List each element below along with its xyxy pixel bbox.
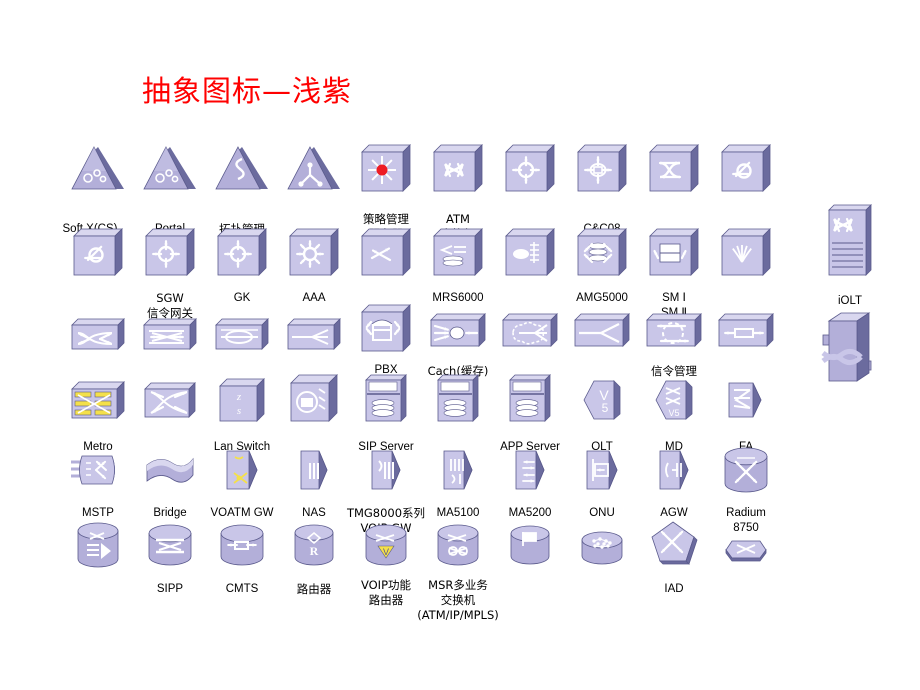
topology-mgmt-icon xyxy=(214,145,270,191)
cube-fan-icon xyxy=(721,228,771,276)
amg5000-icon xyxy=(577,228,627,276)
router-icon: R xyxy=(294,524,334,566)
msr-switch-icon xyxy=(437,524,479,566)
iad-icon xyxy=(649,520,699,566)
cube-zz-icon xyxy=(361,228,411,276)
cyl-flag-icon xyxy=(510,525,550,565)
sipp-icon xyxy=(148,524,192,566)
bridge-icon xyxy=(144,453,196,487)
svg-text:R: R xyxy=(310,544,319,558)
ma5100-icon xyxy=(442,449,474,491)
md-icon: V5 xyxy=(652,378,696,422)
portal-icon xyxy=(142,145,198,191)
pbx-icon xyxy=(361,304,411,352)
voatm-gw-icon xyxy=(225,449,259,491)
svg-text:z: z xyxy=(236,391,242,403)
radium-8750-icon xyxy=(724,447,768,493)
cube-circ-2-icon xyxy=(73,228,123,276)
svg-text:s: s xyxy=(237,405,241,417)
tmg8000-icon xyxy=(370,449,402,491)
policy-server-icon xyxy=(361,144,411,192)
page-title: 抽象图标—浅紫 xyxy=(142,74,353,108)
cyl-play-icon xyxy=(77,522,119,568)
onu-icon xyxy=(585,449,619,491)
cube-circ-1-icon xyxy=(721,144,771,192)
icon-label-aaa-cube: AAA xyxy=(302,292,326,304)
hex-x-icon xyxy=(724,537,768,563)
sgw-icon xyxy=(145,228,195,276)
svg-text:V5: V5 xyxy=(668,408,679,418)
sm-1-2-icon xyxy=(649,228,699,276)
switch-cube-icon xyxy=(144,382,196,418)
cc08-icon xyxy=(577,144,627,192)
tall-box-icon xyxy=(821,311,879,389)
svg-text:5: 5 xyxy=(602,401,609,415)
cube-ring-1-icon xyxy=(505,144,555,192)
fa-icon xyxy=(726,378,766,422)
flat-bar-icon xyxy=(718,313,774,347)
flat-ring-icon xyxy=(215,318,269,350)
mrs6000-icon xyxy=(433,228,483,276)
atm-switch-icon xyxy=(433,144,483,192)
ma5200-icon xyxy=(514,449,546,491)
icon-label-signal-mgmt: 信令管理 xyxy=(651,364,697,378)
icon-label-msr-switch: MSR多业务 交换机 (ATM/IP/MPLS) xyxy=(417,578,499,622)
nas-icon xyxy=(299,449,329,491)
flat-split-icon xyxy=(574,313,630,347)
voip-router-icon: V xyxy=(365,524,407,566)
unlabeled-tri-4-icon xyxy=(286,145,342,191)
cube-drum-icon xyxy=(290,374,338,422)
metro-icon xyxy=(71,381,125,419)
gk-icon xyxy=(217,228,267,276)
cmts-icon xyxy=(220,524,264,566)
icon-label-iolt: iOLT xyxy=(837,295,863,307)
aaa-server-icon xyxy=(437,374,479,422)
soft-x-cs-icon xyxy=(70,145,126,191)
icon-label-iad: IAD xyxy=(664,583,684,595)
flat-cloud-icon xyxy=(502,313,558,347)
flat-lines-icon xyxy=(143,318,197,350)
mstp-icon xyxy=(70,453,126,487)
aaa-cube-icon xyxy=(289,228,339,276)
lan-switch-icon: zs xyxy=(219,378,265,422)
flat-x-1-icon xyxy=(71,318,125,350)
cyl-dots-icon xyxy=(581,531,623,565)
signal-mgmt-icon xyxy=(646,313,702,347)
flat-fan-icon xyxy=(287,318,341,350)
cube-oval-icon xyxy=(505,228,555,276)
icon-label-mrs6000: MRS6000 xyxy=(432,292,484,304)
cube-arrows-1-icon xyxy=(649,144,699,192)
agw-icon xyxy=(658,449,690,491)
iolt-icon xyxy=(828,204,872,276)
sip-server-icon xyxy=(365,374,407,422)
slide-canvas: 抽象图标—浅紫 Soft X(CS)Portal拓扑管理策略管理 服务器ATM … xyxy=(0,0,920,690)
cache-icon xyxy=(430,313,486,347)
olt-icon: V5 xyxy=(580,378,624,422)
app-server-icon xyxy=(509,374,551,422)
svg-text:V: V xyxy=(383,547,389,557)
